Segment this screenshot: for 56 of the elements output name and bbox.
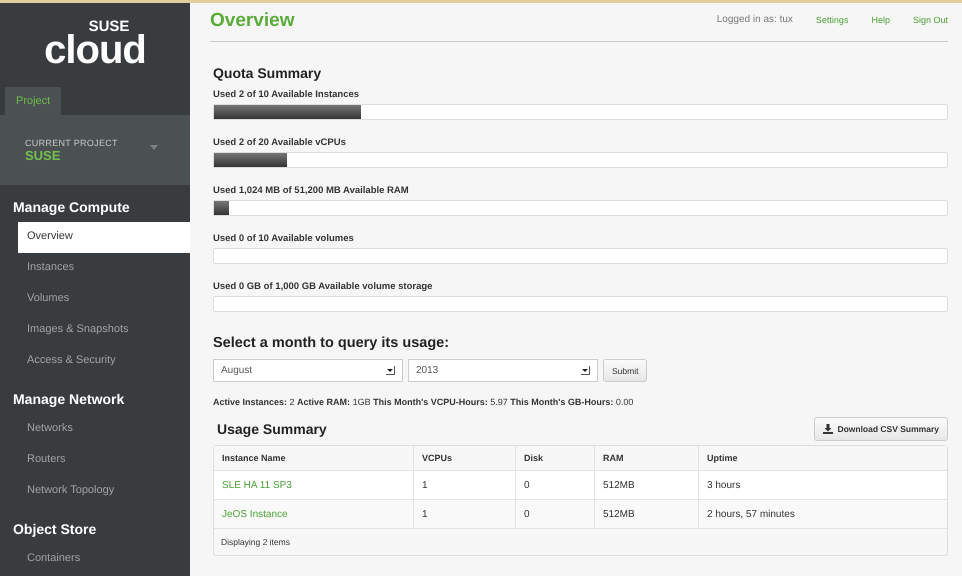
table-cell: 0 [516,471,595,499]
sidebar-tab[interactable]: Project [5,87,62,115]
quota-label: Used 2 of 20 Available vCPUs [213,137,347,148]
section-heading: Quota Summary [212,64,322,83]
user-label: Logged in as: tux [716,14,793,25]
table-cell: 512MB [595,471,699,499]
column-header: VCPUs [414,446,516,470]
nav-item[interactable]: Volumes [0,284,190,315]
column-header: Disk [516,446,595,470]
project-label: CURRENT PROJECT [25,138,118,148]
quota-label: Used 1,024 MB of 51,200 MB Available RAM [213,185,410,196]
header-link[interactable]: Settings [816,14,848,24]
section-heading: Manage Compute [12,198,131,217]
section-heading: Object Store [12,520,98,539]
month-select[interactable]: August [213,359,403,382]
instance-link[interactable]: SLE HA 11 SP3 [222,480,292,490]
table-cell: 0 [516,500,595,528]
nav-item[interactable]: Images & Snapshots [0,315,190,346]
nav-item[interactable]: Network Topology [0,476,190,507]
table-cell: 1 [414,471,516,499]
caret-icon [150,144,158,150]
submit-button[interactable]: Submit [603,359,648,382]
download-icon [823,424,834,434]
section-heading: Usage Summary [217,420,327,439]
year-select[interactable]: 2013 [408,359,598,382]
table-cell-text: 2 hours, 57 minutes [706,508,796,522]
logo-text: cloud [44,33,146,68]
section-heading: Select a month to query its usage: [212,334,450,353]
table-cell-text: 3 hours [706,478,742,492]
column-header: Instance Name [214,446,414,470]
page-title: Overview [210,10,294,32]
quota-label: Used 0 GB of 1,000 GB Available volume storage [213,281,434,292]
instance-link[interactable]: JeOS Instance [222,508,288,520]
download-button[interactable]: Download CSV Summary [814,417,948,441]
quota-label: Used 2 of 10 Available Instances [213,89,360,100]
header-link[interactable]: Sign Out [912,14,948,24]
nav-item[interactable]: Containers [0,544,190,575]
usage-stats: Active Instances: 2 Active RAM: 1GB This Month's VCPU-Hours: 5.97 This Month's GB-Hours: 0.00 [213,397,634,407]
table-footer: Displaying 2 items [214,529,947,555]
nav-item[interactable]: Instances [0,253,190,284]
table-cell: 512MB [595,500,699,528]
dropdown-icon [386,366,395,375]
section-heading: Manage Network [12,390,126,409]
nav-item[interactable]: Networks [0,414,190,445]
table-cell: 1 [414,500,516,528]
nav-item[interactable]: Access & Security [0,346,190,377]
logo-text: SUSE [88,20,130,34]
dropdown-icon [581,366,590,375]
column-header: RAM [595,446,699,470]
quota-label: Used 0 of 10 Available volumes [213,233,355,244]
column-header: Uptime [706,452,739,465]
project-switcher[interactable]: CURRENT PROJECT SUSE [0,115,190,185]
header-link[interactable]: Help [871,14,890,24]
nav-item[interactable]: Routers [0,445,190,476]
nav-item[interactable]: Overview [18,222,190,253]
project-name: SUSE [25,148,62,162]
